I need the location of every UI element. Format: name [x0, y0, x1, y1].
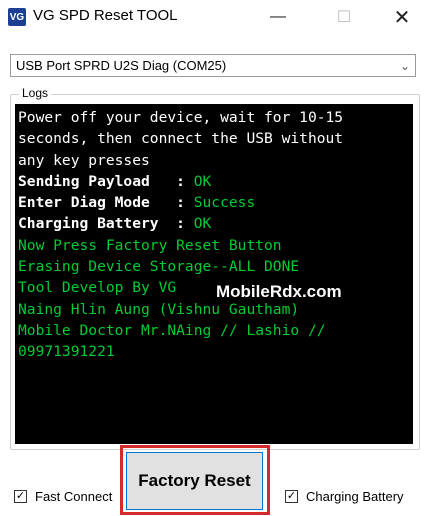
status-label: Sending Payload :	[18, 172, 194, 190]
status-value: OK	[193, 172, 212, 190]
log-line: Power off your device, wait for 10-15	[18, 109, 344, 126]
log-line: 09971391221	[18, 343, 115, 361]
chevron-down-icon[interactable]: ⌄	[395, 55, 415, 76]
window-title: VG SPD Reset TOOL	[33, 7, 178, 24]
charging-battery-label: Charging Battery	[306, 489, 404, 504]
checkmark-icon[interactable]: ✓	[285, 490, 298, 503]
log-status-line: Enter Diag Mode : Success	[18, 192, 413, 213]
port-dropdown-value: USB Port SPRD U2S Diag (COM25)	[16, 58, 227, 73]
log-line: any key presses	[18, 151, 150, 169]
logs-groupbox: Logs Power off your device, wait for 10-…	[10, 86, 420, 450]
log-status-line: Sending Payload : OK	[18, 171, 413, 192]
app-icon: VG	[8, 8, 26, 26]
factory-reset-button[interactable]: Factory Reset	[126, 452, 263, 510]
watermark-text: MobileRdx.com	[216, 282, 342, 301]
fast-connect-checkbox[interactable]: ✓ Fast Connect	[14, 489, 112, 504]
port-dropdown[interactable]: USB Port SPRD U2S Diag (COM25) ⌄	[10, 54, 416, 77]
fast-connect-label: Fast Connect	[35, 489, 113, 504]
log-console[interactable]: Power off your device, wait for 10-15 se…	[15, 104, 413, 444]
log-status-line: Charging Battery : OK	[18, 213, 413, 234]
log-line: Mobile Doctor Mr.NAing // Lashio //	[18, 321, 326, 339]
status-label: Enter Diag Mode :	[18, 194, 194, 212]
status-value: Success	[193, 194, 256, 212]
status-label: Charging Battery :	[18, 215, 194, 233]
log-line: seconds, then connect the USB without	[18, 130, 344, 148]
log-line: Erasing Device Storage--ALL DONE	[18, 258, 300, 276]
maximize-button[interactable]: ☐	[322, 0, 366, 34]
status-value: OK	[193, 215, 212, 233]
checkmark-icon[interactable]: ✓	[14, 490, 27, 503]
log-line: Now Press Factory Reset Button	[18, 236, 282, 254]
logs-label: Logs	[19, 86, 52, 100]
charging-battery-checkbox[interactable]: ✓ Charging Battery	[285, 489, 404, 504]
close-button[interactable]: ✕	[380, 0, 424, 34]
minimize-button[interactable]: —	[256, 0, 300, 34]
title-bar: VG VG SPD Reset TOOL — ☐ ✕	[0, 0, 431, 34]
